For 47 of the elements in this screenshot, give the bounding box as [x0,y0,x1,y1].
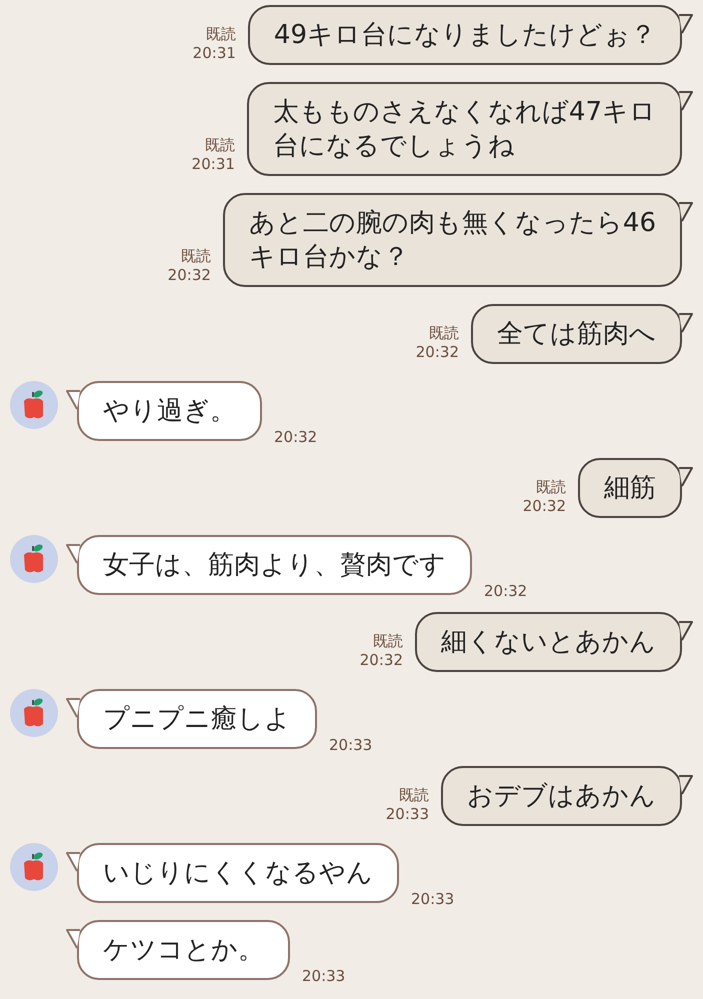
read-receipt: 既読 [206,25,236,44]
bubble-tail [66,851,80,873]
message-time: 20:33 [329,736,372,755]
message-time: 20:33 [411,890,454,909]
message-time: 20:32 [168,266,211,285]
bubble-tail [679,466,693,488]
message-bubble: ケツコとか。 [77,920,290,980]
read-receipt: 既読 [429,324,459,343]
message-time: 20:33 [386,805,429,824]
message-bubble: あと二の腕の肉も無くなったら46 キロ台かな？ [222,193,682,287]
message-time: 20:32 [360,651,403,670]
message-time: 20:32 [484,582,528,601]
message-bubble: プニプニ癒しよ [77,689,317,749]
read-receipt: 既読 [180,247,211,266]
bubble-tail [679,201,693,223]
message-bubble: やり過ぎ。 [77,381,262,441]
message-time: 20:32 [416,343,459,362]
message-time: 20:32 [522,497,566,516]
avatar[interactable] [10,381,58,429]
bubble-tail [679,620,693,642]
bubble-tail [679,312,693,334]
read-receipt: 既読 [373,632,403,651]
message-bubble: 太もものさえなくなれば47キロ 台になるでしょうね [246,82,682,176]
message-time: 20:32 [274,428,318,447]
avatar[interactable] [10,689,58,737]
message-bubble: 49キロ台になりましたけどぉ？ [248,5,682,65]
read-receipt: 既読 [204,136,235,155]
message-bubble: おデブはあかん [441,766,682,826]
message-bubble: いじりにくくなるやん [77,843,399,903]
bubble-tail [679,774,693,796]
message-time: 20:31 [192,44,236,63]
message-bubble: 細くないとあかん [415,612,682,672]
bubble-tail [66,543,80,565]
avatar[interactable] [10,535,58,583]
read-receipt: 既読 [399,786,429,805]
bubble-tail [679,13,693,35]
message-time: 20:33 [302,967,346,986]
bubble-tail [679,90,693,112]
bubble-tail [66,389,80,411]
read-receipt: 既読 [536,478,566,497]
avatar[interactable] [10,843,58,891]
bubble-tail [66,928,80,950]
message-time: 20:31 [192,155,235,174]
message-bubble: 細筋 [578,458,682,518]
bubble-tail [66,697,80,719]
message-bubble: 全ては筋肉へ [471,304,682,364]
message-bubble: 女子は、筋肉より、贅肉です [77,535,472,595]
